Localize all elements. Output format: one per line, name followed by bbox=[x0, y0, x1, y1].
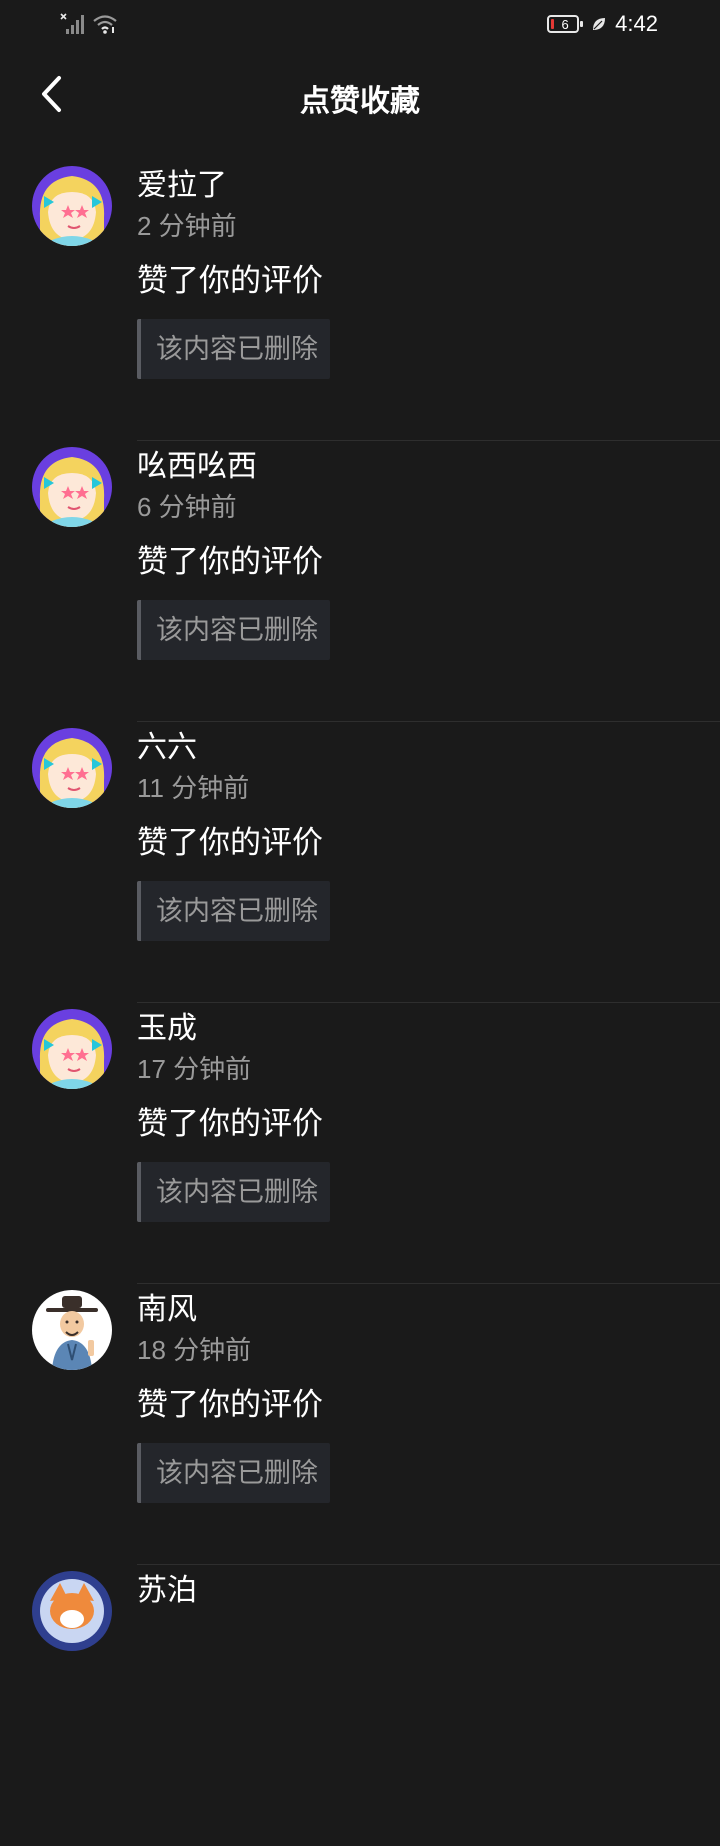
avatar[interactable] bbox=[32, 1571, 112, 1651]
timestamp: 2 分钟前 bbox=[137, 211, 237, 241]
list-item[interactable]: 吆西吆西 6 分钟前 赞了你的评价 该内容已删除 bbox=[0, 441, 720, 722]
item-content: 玉成 17 分钟前 赞了你的评价 该内容已删除 bbox=[137, 1003, 720, 1222]
avatar[interactable] bbox=[32, 447, 112, 527]
anime-avatar-icon bbox=[32, 728, 112, 808]
status-left bbox=[60, 10, 118, 38]
anime-avatar-icon bbox=[32, 166, 112, 246]
username[interactable]: 吆西吆西 bbox=[137, 447, 720, 487]
page-title: 点赞收藏 bbox=[300, 85, 420, 118]
clock: 4:42 bbox=[615, 11, 658, 36]
no-sim-signal-icon bbox=[60, 13, 84, 34]
item-content: 爱拉了 2 分钟前 赞了你的评价 该内容已删除 bbox=[137, 160, 720, 379]
status-right: 6 4:42 bbox=[547, 10, 658, 38]
item-content: 南风 18 分钟前 赞了你的评价 该内容已删除 bbox=[137, 1284, 720, 1503]
action-text: 赞了你的评价 bbox=[137, 263, 323, 298]
anime-avatar-icon bbox=[32, 1009, 112, 1089]
deleted-content-box[interactable]: 该内容已删除 bbox=[137, 881, 330, 941]
username[interactable]: 爱拉了 bbox=[137, 166, 720, 206]
username[interactable]: 苏泊 bbox=[137, 1571, 720, 1611]
item-content: 六六 11 分钟前 赞了你的评价 该内容已删除 bbox=[137, 722, 720, 941]
wifi-icon bbox=[93, 15, 117, 34]
list-item[interactable]: 六六 11 分钟前 赞了你的评价 该内容已删除 bbox=[0, 722, 720, 1003]
status-bar: 6 4:42 bbox=[0, 0, 720, 48]
item-content: 苏泊 bbox=[137, 1565, 720, 1611]
list-item[interactable]: 玉成 17 分钟前 赞了你的评价 该内容已删除 bbox=[0, 1003, 720, 1284]
timestamp: 6 分钟前 bbox=[137, 492, 237, 522]
scholar-avatar-icon bbox=[32, 1290, 112, 1370]
deleted-content-box[interactable]: 该内容已删除 bbox=[137, 600, 330, 660]
timestamp: 17 分钟前 bbox=[137, 1054, 252, 1084]
timestamp: 11 分钟前 bbox=[137, 773, 250, 803]
list-item[interactable]: 爱拉了 2 分钟前 赞了你的评价 该内容已删除 bbox=[0, 160, 720, 441]
avatar[interactable] bbox=[32, 166, 112, 246]
battery-level: 6 bbox=[561, 16, 569, 32]
leaf-icon bbox=[593, 18, 606, 30]
action-text: 赞了你的评价 bbox=[137, 1387, 323, 1422]
action-text: 赞了你的评价 bbox=[137, 1106, 323, 1141]
deleted-content-box[interactable]: 该内容已删除 bbox=[137, 1443, 330, 1503]
notification-list: 爱拉了 2 分钟前 赞了你的评价 该内容已删除 吆西吆西 6 分钟前 赞了你的评… bbox=[0, 160, 720, 1846]
battery-icon: 6 bbox=[547, 15, 584, 33]
action-text: 赞了你的评价 bbox=[137, 825, 323, 860]
list-item[interactable]: 南风 18 分钟前 赞了你的评价 该内容已删除 bbox=[0, 1284, 720, 1565]
deleted-content-box[interactable]: 该内容已删除 bbox=[137, 1162, 330, 1222]
anime-avatar-icon bbox=[32, 447, 112, 527]
fox-avatar-icon bbox=[32, 1571, 112, 1651]
item-content: 吆西吆西 6 分钟前 赞了你的评价 该内容已删除 bbox=[137, 441, 720, 660]
header: 点赞收藏 bbox=[0, 58, 720, 138]
avatar[interactable] bbox=[32, 1290, 112, 1370]
timestamp: 18 分钟前 bbox=[137, 1335, 252, 1365]
username[interactable]: 玉成 bbox=[137, 1009, 720, 1049]
action-text: 赞了你的评价 bbox=[137, 544, 323, 579]
deleted-content-box[interactable]: 该内容已删除 bbox=[137, 319, 330, 379]
avatar[interactable] bbox=[32, 1009, 112, 1089]
avatar[interactable] bbox=[32, 728, 112, 808]
list-item[interactable]: 苏泊 bbox=[0, 1565, 720, 1846]
username[interactable]: 六六 bbox=[137, 728, 720, 768]
username[interactable]: 南风 bbox=[137, 1290, 720, 1330]
